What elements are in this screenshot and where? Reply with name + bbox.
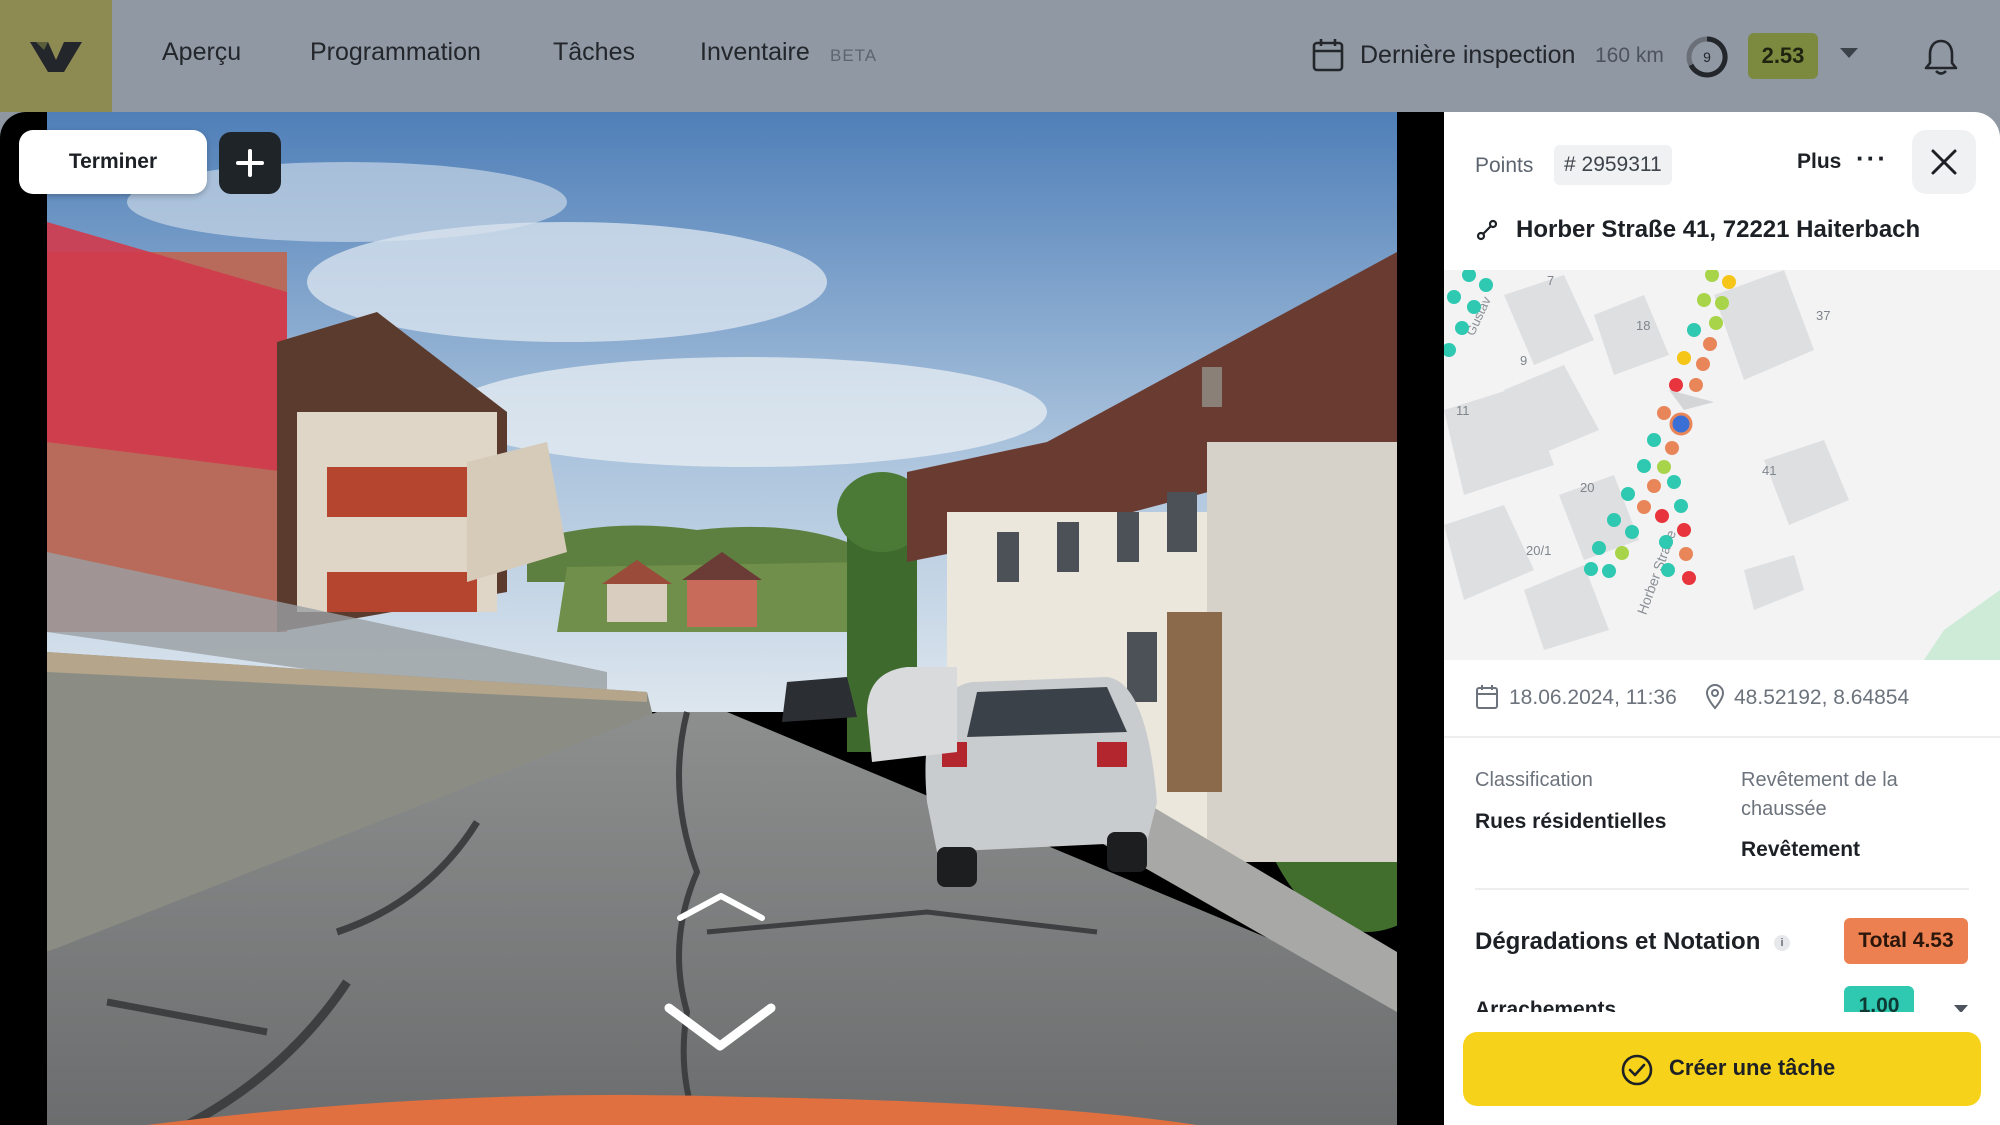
map-label: 18 xyxy=(1636,318,1650,333)
map-label: 9 xyxy=(1520,353,1527,368)
plus-icon xyxy=(236,149,264,177)
location-map[interactable]: Gustav Horber Straße 7 18 37 9 11 41 20 … xyxy=(1444,270,2000,660)
navigate-back-chevron-down-icon[interactable] xyxy=(664,1002,776,1052)
chevron-down-icon[interactable] xyxy=(1840,48,1858,58)
map-label: 20/1 xyxy=(1526,543,1551,558)
beta-badge: BETA xyxy=(830,46,878,65)
point-detail-panel: Points # 2959311 Plus ··· Horber Straße … xyxy=(1444,112,2000,1125)
inspection-distance: 160 km xyxy=(1595,44,1664,67)
info-icon[interactable]: i xyxy=(1774,935,1790,951)
classification-value: Rues résidentielles xyxy=(1475,810,1667,833)
finish-button[interactable]: Terminer xyxy=(19,130,207,194)
point-address: Horber Straße 41, 72221 Haiterbach xyxy=(1516,216,1921,243)
create-task-label: Créer une tâche xyxy=(1669,1055,1836,1080)
last-inspection-label[interactable]: Dernière inspection xyxy=(1360,41,1575,70)
map-label: 37 xyxy=(1816,308,1830,323)
more-button[interactable]: Plus xyxy=(1797,150,1841,174)
inspection-ring-indicator: 9 xyxy=(1686,36,1728,78)
create-task-button[interactable]: Créer une tâche xyxy=(1463,1032,1981,1106)
panel-section-label: Points xyxy=(1475,154,1534,177)
map-label: 11 xyxy=(1456,403,1470,418)
divider xyxy=(1444,736,2000,738)
map-label: 7 xyxy=(1547,273,1554,288)
classification-label: Classification xyxy=(1475,769,1593,791)
nav-item-inventaire[interactable]: Inventaire xyxy=(700,38,810,67)
point-coordinates: 48.52192, 8.64854 xyxy=(1734,686,1910,709)
location-pin-icon xyxy=(1705,684,1725,710)
add-button[interactable] xyxy=(219,132,281,194)
score-badge: 2.53 xyxy=(1748,33,1818,79)
calendar-icon xyxy=(1476,685,1498,709)
more-dots-icon[interactable]: ··· xyxy=(1856,143,1888,174)
route-icon xyxy=(1476,219,1498,241)
street-photo[interactable] xyxy=(47,112,1397,1125)
close-button[interactable] xyxy=(1912,130,1976,194)
close-icon xyxy=(1931,149,1957,175)
ring-value: 9 xyxy=(1703,49,1711,65)
point-datetime: 18.06.2024, 11:36 xyxy=(1509,686,1677,709)
check-circle-icon xyxy=(1621,1054,1653,1086)
nav-item-taches[interactable]: Tâches xyxy=(553,38,635,67)
map-label: 20 xyxy=(1580,480,1594,495)
navigate-forward-chevron-up-icon[interactable] xyxy=(676,892,766,922)
surface-value: Revêtement xyxy=(1741,838,1861,861)
map-label: 41 xyxy=(1762,463,1776,478)
surface-label: Revêtement de la chaussée xyxy=(1741,769,1898,820)
app-logo[interactable] xyxy=(0,0,112,112)
damages-title: Dégradations et Notation xyxy=(1475,928,1761,955)
nav-item-apercu[interactable]: Aperçu xyxy=(162,38,241,67)
notification-bell-icon[interactable] xyxy=(1924,38,1958,76)
logo-icon xyxy=(30,42,82,72)
divider xyxy=(1475,888,1969,890)
total-score-badge: Total 4.53 xyxy=(1844,918,1968,964)
top-navigation-bar: Aperçu Programmation Tâches Inventaire B… xyxy=(0,0,2000,112)
street-view-viewer[interactable]: Terminer xyxy=(0,112,1445,1125)
point-id-badge: # 2959311 xyxy=(1554,145,1672,185)
nav-item-programmation[interactable]: Programmation xyxy=(310,38,481,67)
calendar-icon xyxy=(1312,39,1344,72)
